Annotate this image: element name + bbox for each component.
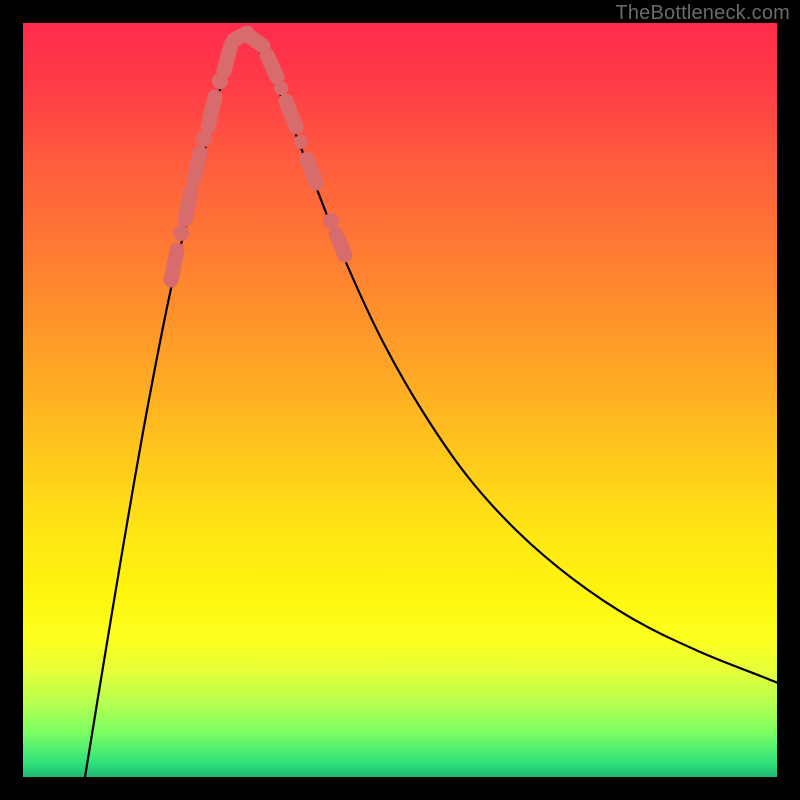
curve-marker-dot [294, 135, 308, 149]
curve-marker-pill [286, 101, 296, 127]
curve-marker-pill [336, 234, 345, 255]
curve-marker-pill [171, 250, 177, 280]
curve-marker-pill [307, 159, 316, 183]
curve-marker-dot [173, 225, 189, 241]
curve-marker-pill [224, 45, 231, 71]
curve-marker-pill [194, 153, 200, 179]
watermark-text: TheBottleneck.com [615, 2, 790, 25]
curve-marker-pill [249, 36, 263, 46]
curve-marker-dot [274, 81, 288, 95]
plot-frame [23, 23, 777, 777]
curve-marker-pill [267, 55, 277, 77]
curve-markers [171, 33, 345, 280]
curve-marker-pill [185, 191, 191, 219]
bottleneck-curve [85, 33, 777, 777]
curve-marker-pill [208, 97, 215, 127]
plot-svg [23, 23, 777, 777]
